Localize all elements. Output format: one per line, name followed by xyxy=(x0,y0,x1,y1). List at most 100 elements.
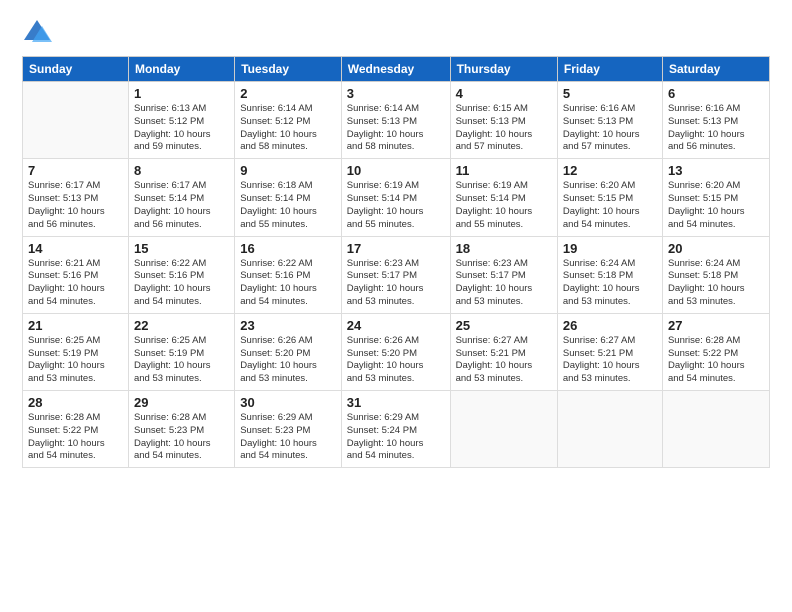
day-number: 20 xyxy=(668,241,764,256)
weekday-header-sunday: Sunday xyxy=(23,57,129,82)
day-number: 3 xyxy=(347,86,445,101)
day-cell xyxy=(23,82,129,159)
weekday-header-saturday: Saturday xyxy=(662,57,769,82)
day-info: Sunrise: 6:14 AM Sunset: 5:13 PM Dayligh… xyxy=(347,103,445,154)
day-number: 12 xyxy=(563,163,657,178)
day-cell: 24Sunrise: 6:26 AM Sunset: 5:20 PM Dayli… xyxy=(341,313,450,390)
day-info: Sunrise: 6:25 AM Sunset: 5:19 PM Dayligh… xyxy=(134,335,229,386)
day-cell: 1 Sunrise: 6:13 AM Sunset: 5:12 PM Daylig… xyxy=(128,82,234,159)
day-cell: 4 Sunrise: 6:15 AM Sunset: 5:13 PM Daylig… xyxy=(450,82,557,159)
day-info: Sunrise: 6:28 AM Sunset: 5:22 PM Dayligh… xyxy=(668,335,764,386)
day-info: Sunrise: 6:18 AM Sunset: 5:14 PM Dayligh… xyxy=(240,180,336,231)
logo-icon xyxy=(22,18,52,46)
day-cell: 22 Sunrise: 6:25 AM Sunset: 5:19 PM Dayli… xyxy=(128,313,234,390)
day-info: Sunrise: 6:26 AM Sunset: 5:20 PM Dayligh… xyxy=(347,335,445,386)
week-row-1: 1 Sunrise: 6:13 AM Sunset: 5:12 PM Daylig… xyxy=(23,82,770,159)
day-cell: 8 Sunrise: 6:17 AM Sunset: 5:14 PM Daylig… xyxy=(128,159,234,236)
day-info: Sunrise: 6:16 AM Sunset: 5:13 PM Dayligh… xyxy=(563,103,657,154)
day-number: 18 xyxy=(456,241,552,256)
day-cell: 13 Sunrise: 6:20 AM Sunset: 5:15 PM Dayli… xyxy=(662,159,769,236)
day-cell: 6 Sunrise: 6:16 AM Sunset: 5:13 PM Daylig… xyxy=(662,82,769,159)
day-info: Sunrise: 6:22 AM Sunset: 5:16 PM Dayligh… xyxy=(240,258,336,309)
day-info: Sunrise: 6:15 AM Sunset: 5:13 PM Dayligh… xyxy=(456,103,552,154)
day-cell xyxy=(450,391,557,468)
day-cell: 2Sunrise: 6:14 AM Sunset: 5:12 PM Daylig… xyxy=(235,82,342,159)
header xyxy=(22,18,770,46)
day-cell: 10 Sunrise: 6:19 AM Sunset: 5:14 PM Dayli… xyxy=(341,159,450,236)
week-row-2: 7Sunrise: 6:17 AM Sunset: 5:13 PM Daylig… xyxy=(23,159,770,236)
day-cell: 15 Sunrise: 6:22 AM Sunset: 5:16 PM Dayli… xyxy=(128,236,234,313)
day-info: Sunrise: 6:24 AM Sunset: 5:18 PM Dayligh… xyxy=(563,258,657,309)
day-cell: 27 Sunrise: 6:28 AM Sunset: 5:22 PM Dayli… xyxy=(662,313,769,390)
day-cell xyxy=(662,391,769,468)
day-cell: 5 Sunrise: 6:16 AM Sunset: 5:13 PM Daylig… xyxy=(557,82,662,159)
day-number: 19 xyxy=(563,241,657,256)
day-cell: 25 Sunrise: 6:27 AM Sunset: 5:21 PM Dayli… xyxy=(450,313,557,390)
day-cell: 3 Sunrise: 6:14 AM Sunset: 5:13 PM Daylig… xyxy=(341,82,450,159)
day-number: 23 xyxy=(240,318,336,333)
day-info: Sunrise: 6:24 AM Sunset: 5:18 PM Dayligh… xyxy=(668,258,764,309)
weekday-header-monday: Monday xyxy=(128,57,234,82)
day-info: Sunrise: 6:29 AM Sunset: 5:24 PM Dayligh… xyxy=(347,412,445,463)
day-number: 15 xyxy=(134,241,229,256)
day-info: Sunrise: 6:19 AM Sunset: 5:14 PM Dayligh… xyxy=(347,180,445,231)
day-cell: 29 Sunrise: 6:28 AM Sunset: 5:23 PM Dayli… xyxy=(128,391,234,468)
day-cell: 19 Sunrise: 6:24 AM Sunset: 5:18 PM Dayli… xyxy=(557,236,662,313)
day-number: 5 xyxy=(563,86,657,101)
day-info: Sunrise: 6:17 AM Sunset: 5:13 PM Dayligh… xyxy=(28,180,123,231)
day-number: 9 xyxy=(240,163,336,178)
day-number: 29 xyxy=(134,395,229,410)
day-cell: 16Sunrise: 6:22 AM Sunset: 5:16 PM Dayli… xyxy=(235,236,342,313)
day-number: 26 xyxy=(563,318,657,333)
day-info: Sunrise: 6:25 AM Sunset: 5:19 PM Dayligh… xyxy=(28,335,123,386)
day-number: 30 xyxy=(240,395,336,410)
day-number: 31 xyxy=(347,395,445,410)
day-number: 8 xyxy=(134,163,229,178)
day-info: Sunrise: 6:23 AM Sunset: 5:17 PM Dayligh… xyxy=(456,258,552,309)
day-cell: 12 Sunrise: 6:20 AM Sunset: 5:15 PM Dayli… xyxy=(557,159,662,236)
day-cell: 18 Sunrise: 6:23 AM Sunset: 5:17 PM Dayli… xyxy=(450,236,557,313)
day-info: Sunrise: 6:19 AM Sunset: 5:14 PM Dayligh… xyxy=(456,180,552,231)
calendar: SundayMondayTuesdayWednesdayThursdayFrid… xyxy=(22,56,770,468)
day-number: 13 xyxy=(668,163,764,178)
day-number: 4 xyxy=(456,86,552,101)
day-cell: 31 Sunrise: 6:29 AM Sunset: 5:24 PM Dayli… xyxy=(341,391,450,468)
day-info: Sunrise: 6:26 AM Sunset: 5:20 PM Dayligh… xyxy=(240,335,336,386)
day-info: Sunrise: 6:27 AM Sunset: 5:21 PM Dayligh… xyxy=(563,335,657,386)
day-number: 1 xyxy=(134,86,229,101)
day-info: Sunrise: 6:29 AM Sunset: 5:23 PM Dayligh… xyxy=(240,412,336,463)
week-row-4: 21 Sunrise: 6:25 AM Sunset: 5:19 PM Dayli… xyxy=(23,313,770,390)
weekday-header-thursday: Thursday xyxy=(450,57,557,82)
day-number: 21 xyxy=(28,318,123,333)
day-info: Sunrise: 6:13 AM Sunset: 5:12 PM Dayligh… xyxy=(134,103,229,154)
day-info: Sunrise: 6:28 AM Sunset: 5:23 PM Dayligh… xyxy=(134,412,229,463)
day-number: 27 xyxy=(668,318,764,333)
day-number: 28 xyxy=(28,395,123,410)
logo xyxy=(22,18,54,46)
day-number: 14 xyxy=(28,241,123,256)
weekday-header-friday: Friday xyxy=(557,57,662,82)
day-info: Sunrise: 6:20 AM Sunset: 5:15 PM Dayligh… xyxy=(563,180,657,231)
weekday-header-row: SundayMondayTuesdayWednesdayThursdayFrid… xyxy=(23,57,770,82)
day-number: 6 xyxy=(668,86,764,101)
day-cell: 28 Sunrise: 6:28 AM Sunset: 5:22 PM Dayli… xyxy=(23,391,129,468)
day-cell: 21 Sunrise: 6:25 AM Sunset: 5:19 PM Dayli… xyxy=(23,313,129,390)
day-info: Sunrise: 6:23 AM Sunset: 5:17 PM Dayligh… xyxy=(347,258,445,309)
day-info: Sunrise: 6:27 AM Sunset: 5:21 PM Dayligh… xyxy=(456,335,552,386)
day-info: Sunrise: 6:16 AM Sunset: 5:13 PM Dayligh… xyxy=(668,103,764,154)
day-info: Sunrise: 6:17 AM Sunset: 5:14 PM Dayligh… xyxy=(134,180,229,231)
day-number: 11 xyxy=(456,163,552,178)
day-cell: 7Sunrise: 6:17 AM Sunset: 5:13 PM Daylig… xyxy=(23,159,129,236)
day-number: 10 xyxy=(347,163,445,178)
day-info: Sunrise: 6:22 AM Sunset: 5:16 PM Dayligh… xyxy=(134,258,229,309)
day-number: 22 xyxy=(134,318,229,333)
day-cell xyxy=(557,391,662,468)
day-cell: 9 Sunrise: 6:18 AM Sunset: 5:14 PM Daylig… xyxy=(235,159,342,236)
day-number: 2 xyxy=(240,86,336,101)
weekday-header-wednesday: Wednesday xyxy=(341,57,450,82)
day-info: Sunrise: 6:20 AM Sunset: 5:15 PM Dayligh… xyxy=(668,180,764,231)
day-info: Sunrise: 6:28 AM Sunset: 5:22 PM Dayligh… xyxy=(28,412,123,463)
day-cell: 26 Sunrise: 6:27 AM Sunset: 5:21 PM Dayli… xyxy=(557,313,662,390)
day-number: 25 xyxy=(456,318,552,333)
day-cell: 20 Sunrise: 6:24 AM Sunset: 5:18 PM Dayli… xyxy=(662,236,769,313)
